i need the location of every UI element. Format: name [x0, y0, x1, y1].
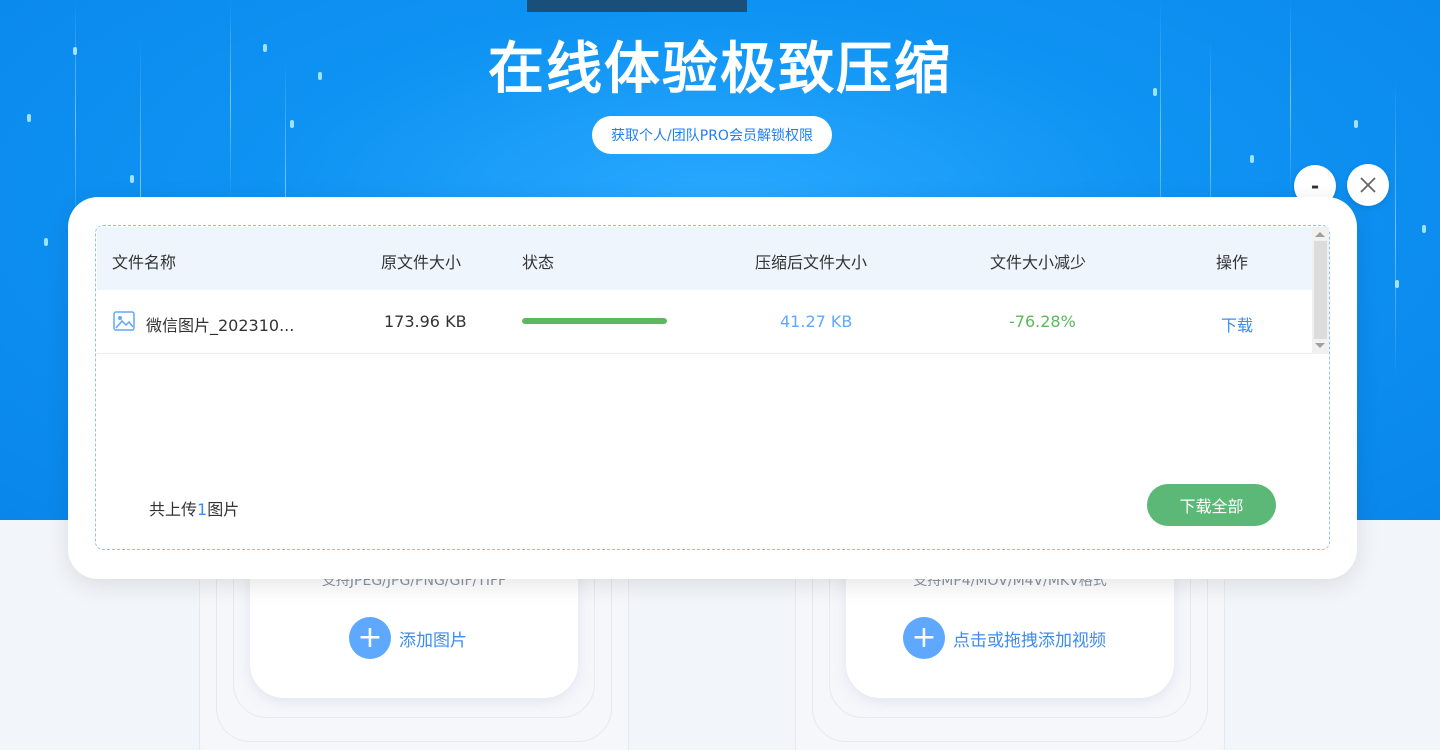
- compression-result-modal: 文件名称 原文件大小 状态 压缩后文件大小 文件大小减少 操作 微信图片_202…: [68, 197, 1357, 579]
- header-action: 操作: [1216, 253, 1249, 272]
- hero-title: 在线体验极致压缩: [488, 37, 952, 102]
- table-scrollbar[interactable]: [1312, 227, 1329, 354]
- header-original-size: 原文件大小: [381, 253, 462, 272]
- upload-count: 1: [197, 500, 208, 519]
- header-compressed-size: 压缩后文件大小: [755, 253, 868, 272]
- table-header: 文件名称 原文件大小 状态 压缩后文件大小 文件大小减少 操作: [97, 227, 1312, 290]
- add-video-label: 点击或拖拽添加视频: [953, 630, 1106, 651]
- compressed-size: 41.27 KB: [780, 312, 853, 331]
- top-bar: [527, 0, 747, 12]
- file-name: 微信图片_202310...: [146, 316, 295, 335]
- table-row: 微信图片_202310... 173.96 KB 41.27 KB -76.28…: [97, 290, 1312, 354]
- summary-suffix: 图片: [207, 500, 240, 519]
- upload-summary: 共上传1图片: [149, 496, 239, 520]
- scroll-thumb[interactable]: [1314, 241, 1327, 339]
- add-video-button[interactable]: + 点击或拖拽添加视频: [903, 617, 1106, 659]
- plus-icon: +: [349, 617, 391, 659]
- header-file-name: 文件名称: [112, 253, 177, 272]
- download-all-button[interactable]: 下载全部: [1147, 484, 1276, 526]
- summary-prefix: 共上传: [149, 500, 198, 519]
- download-link[interactable]: 下载: [1221, 312, 1253, 336]
- progress-fill: [522, 318, 667, 324]
- original-size: 173.96 KB: [384, 312, 467, 331]
- minimize-icon: -: [1310, 174, 1320, 198]
- size-reduction: -76.28%: [1009, 312, 1076, 331]
- close-button[interactable]: [1347, 164, 1389, 206]
- scroll-down-arrow-icon[interactable]: [1315, 343, 1325, 348]
- header-status: 状态: [522, 253, 555, 272]
- header-size-reduction: 文件大小减少: [990, 253, 1087, 272]
- result-panel: 文件名称 原文件大小 状态 压缩后文件大小 文件大小减少 操作 微信图片_202…: [95, 225, 1330, 550]
- pro-membership-link[interactable]: 获取个人/团队PRO会员解锁权限: [592, 116, 832, 154]
- add-image-label: 添加图片: [399, 630, 467, 651]
- close-icon: [1360, 177, 1376, 193]
- scroll-up-arrow-icon[interactable]: [1315, 232, 1325, 237]
- add-image-button[interactable]: + 添加图片: [349, 617, 467, 659]
- plus-icon: +: [903, 617, 945, 659]
- image-file-icon: [113, 311, 135, 331]
- compression-progress-bar: [522, 318, 667, 324]
